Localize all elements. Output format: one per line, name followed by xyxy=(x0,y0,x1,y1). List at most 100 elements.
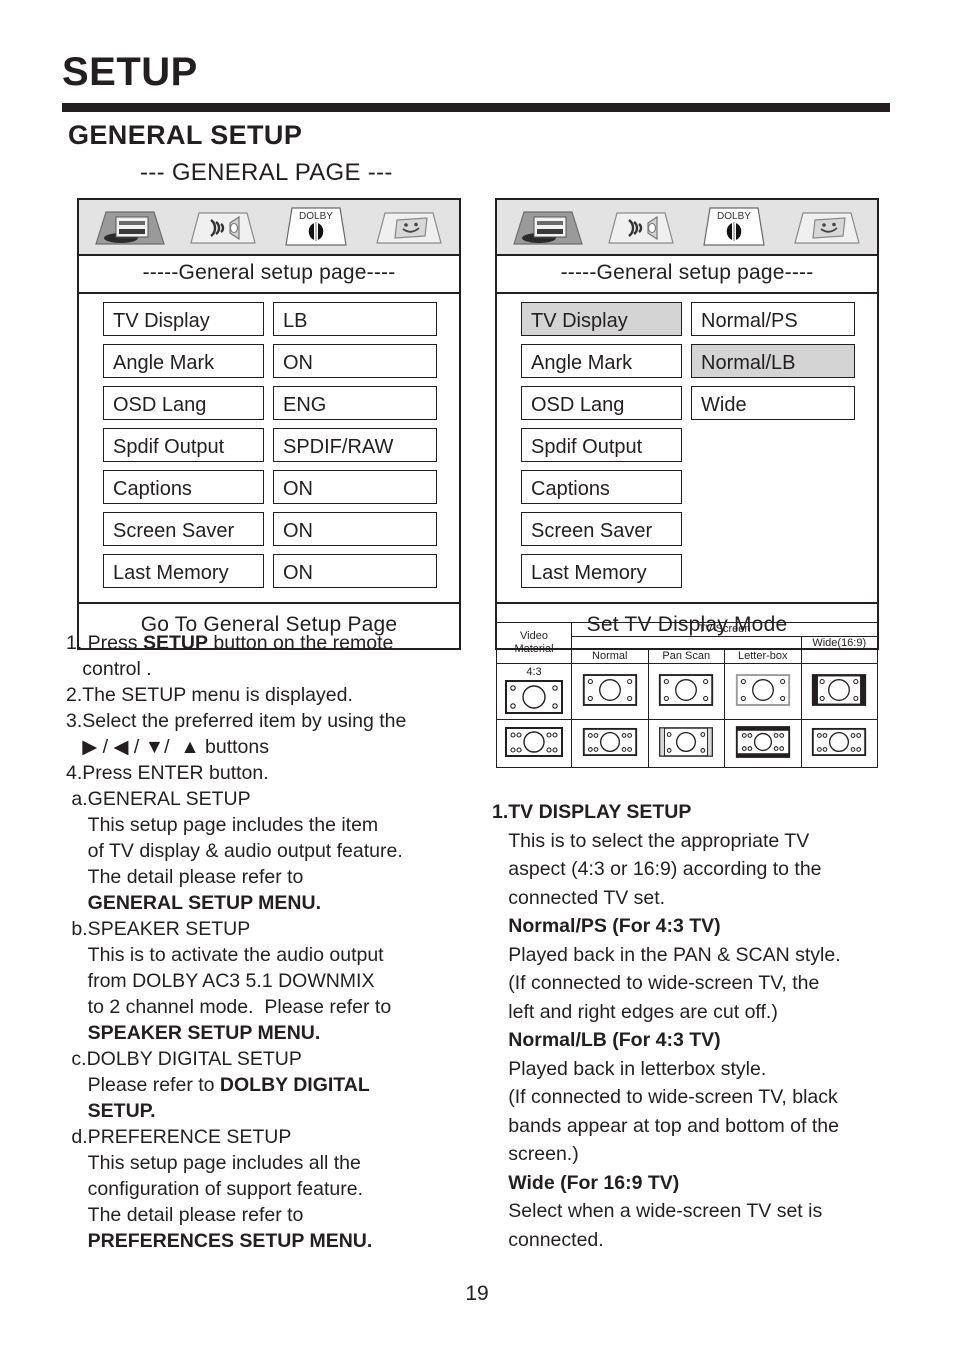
text-run-bold: Wide (For 16:9 TV) xyxy=(492,1171,680,1194)
text-line: SPEAKER SETUP MENU. xyxy=(66,1020,466,1046)
osd-label-column-right: TV Display Angle Mark OSD Lang Spdif Output… xyxy=(497,302,687,596)
text-line: The detail please refer to xyxy=(66,1202,466,1228)
osd-item-label[interactable]: Screen Saver xyxy=(103,512,264,546)
cell-16x9-normal xyxy=(571,718,649,768)
text-line: (If connected to wide-screen TV, black xyxy=(492,1083,892,1112)
osd-item-value[interactable]: LB xyxy=(273,302,437,336)
text-line: left and right edges are cut off.) xyxy=(492,998,892,1027)
dolby-digital-tab[interactable]: DOLBY xyxy=(687,200,780,254)
osd-item-label[interactable]: Angle Mark xyxy=(103,344,264,378)
osd-tab-bar-left: DOLBY xyxy=(79,200,459,256)
text-line: a.GENERAL SETUP xyxy=(66,786,466,812)
text-run-bold: SPEAKER SETUP MENU. xyxy=(66,1022,321,1044)
text-line: d.PREFERENCE SETUP xyxy=(66,1124,466,1150)
osd-item-value[interactable]: Normal/LB xyxy=(691,344,855,378)
text-run-bold: SETUP. xyxy=(66,1100,156,1122)
page-subtitle: --- GENERAL PAGE --- xyxy=(140,159,393,186)
text-line: b.SPEAKER SETUP xyxy=(66,916,466,942)
source-thumb-16x9 xyxy=(496,718,572,768)
osd-item-label[interactable]: TV Display xyxy=(103,302,264,336)
general-setup-tab[interactable] xyxy=(83,200,176,254)
osd-item-value[interactable]: SPDIF/RAW xyxy=(273,428,437,462)
text-run: (If connected to wide-screen TV, the xyxy=(492,972,820,994)
cell-4x3-normal xyxy=(571,662,649,720)
dolby-icon: DOLBY xyxy=(702,207,765,246)
speaker-setup-tab[interactable] xyxy=(176,200,269,254)
osd-item-value[interactable]: ENG xyxy=(273,386,437,420)
text-line: Normal/LB (For 4:3 TV) xyxy=(492,1026,892,1055)
text-line: 2.The SETUP menu is displayed. xyxy=(66,682,466,708)
osd-item-label[interactable]: Last Memory xyxy=(103,554,264,588)
text-line: PREFERENCES SETUP MENU. xyxy=(66,1228,466,1254)
preference-icon xyxy=(375,212,442,244)
osd-item-value-empty xyxy=(691,470,855,504)
osd-item-label[interactable]: Captions xyxy=(521,470,682,504)
text-line: connected TV set. xyxy=(492,884,892,913)
text-line: 1.TV DISPLAY SETUP xyxy=(492,798,892,827)
text-run-bold: GENERAL SETUP MENU. xyxy=(66,892,321,914)
text-run: 4.Press ENTER button. xyxy=(66,762,269,784)
text-line: 3.Select the preferred item by using the xyxy=(66,708,466,734)
osd-item-label[interactable]: OSD Lang xyxy=(521,386,682,420)
text-line: GENERAL SETUP MENU. xyxy=(66,890,466,916)
thumb-wide-icon xyxy=(812,727,867,756)
dolby-digital-tab[interactable]: DOLBY xyxy=(269,200,362,254)
text-line: Played back in letterbox style. xyxy=(492,1055,892,1084)
text-line: c.DOLBY DIGITAL SETUP xyxy=(66,1046,466,1072)
text-run-bold: Normal/LB (For 4:3 TV) xyxy=(492,1029,721,1051)
osd-item-label[interactable]: OSD Lang xyxy=(103,386,264,420)
osd-item-label[interactable]: Spdif Output xyxy=(103,428,264,462)
osd-item-label[interactable]: Screen Saver xyxy=(521,512,682,546)
text-run: d.PREFERENCE SETUP xyxy=(66,1126,292,1148)
text-line: This is to activate the audio output xyxy=(66,942,466,968)
osd-item-value-empty xyxy=(691,512,855,546)
page-number: 19 xyxy=(465,1282,489,1305)
text-line: aspect (4:3 or 16:9) according to the xyxy=(492,855,892,884)
preference-tab[interactable] xyxy=(362,200,455,254)
title-rule xyxy=(62,103,890,112)
instructions-left: 1. Press SETUP button on the remote cont… xyxy=(66,630,466,1254)
osd-item-value[interactable]: Wide xyxy=(691,386,855,420)
text-line: 1. Press SETUP button on the remote xyxy=(66,630,466,656)
text-line: configuration of support feature. xyxy=(66,1176,466,1202)
text-line: ▶ / ◀ / ▼/ ▲ buttons xyxy=(66,734,466,760)
preference-tab[interactable] xyxy=(780,200,873,254)
osd-item-value-empty xyxy=(691,428,855,462)
osd-item-label[interactable]: Angle Mark xyxy=(521,344,682,378)
osd-panel-right: DOLBY -----General setup page---- TV Dis… xyxy=(495,198,879,650)
text-line: connected. xyxy=(492,1226,892,1255)
text-run: button on the remote xyxy=(207,632,394,654)
sub-header-pan-scan: Pan Scan xyxy=(647,649,725,664)
osd-item-value[interactable]: ON xyxy=(273,512,437,546)
text-run-bold: DOLBY DIGITAL xyxy=(219,1074,370,1096)
osd-tab-bar-right: DOLBY xyxy=(497,200,877,256)
video-material-header: Video Material xyxy=(496,622,572,664)
sub-header-wide-blank xyxy=(800,649,878,664)
osd-item-value[interactable]: Normal/PS xyxy=(691,302,855,336)
text-run: bands appear at top and bottom of the xyxy=(492,1114,839,1137)
osd-label-column-left: TV Display Angle Mark OSD Lang Spdif Output… xyxy=(79,302,269,596)
osd-body-right: TV Display Angle Mark OSD Lang Spdif Output… xyxy=(497,294,877,604)
osd-item-label[interactable]: Spdif Output xyxy=(521,428,682,462)
dolby-icon: DOLBY xyxy=(284,207,347,246)
osd-item-value[interactable]: ON xyxy=(273,470,437,504)
general-setup-tab[interactable] xyxy=(501,200,594,254)
text-line: (If connected to wide-screen TV, the xyxy=(492,969,892,998)
osd-body-left: TV Display Angle Mark OSD Lang Spdif Output… xyxy=(79,294,459,604)
osd-item-value[interactable]: ON xyxy=(273,554,437,588)
cell-16x9-wide xyxy=(800,718,878,768)
text-run: The detail please refer to xyxy=(66,1204,304,1226)
speaker-setup-tab[interactable] xyxy=(594,200,687,254)
osd-item-value[interactable]: ON xyxy=(273,344,437,378)
text-run-bold: SETUP xyxy=(142,632,208,654)
text-run: This setup page includes the item xyxy=(66,814,379,836)
thumb-wide-bordered-icon xyxy=(812,674,867,706)
tv-display-setup-description: 1.TV DISPLAY SETUP This is to select the… xyxy=(492,798,892,1254)
osd-item-label[interactable]: Last Memory xyxy=(521,554,682,588)
wide-header: Wide(16:9) xyxy=(800,635,878,651)
text-run: c.DOLBY DIGITAL SETUP xyxy=(66,1048,302,1070)
osd-item-label[interactable]: Captions xyxy=(103,470,264,504)
text-run: configuration of support feature. xyxy=(66,1178,364,1200)
table-row: 4:3 xyxy=(496,662,878,720)
osd-item-label[interactable]: TV Display xyxy=(521,302,682,336)
